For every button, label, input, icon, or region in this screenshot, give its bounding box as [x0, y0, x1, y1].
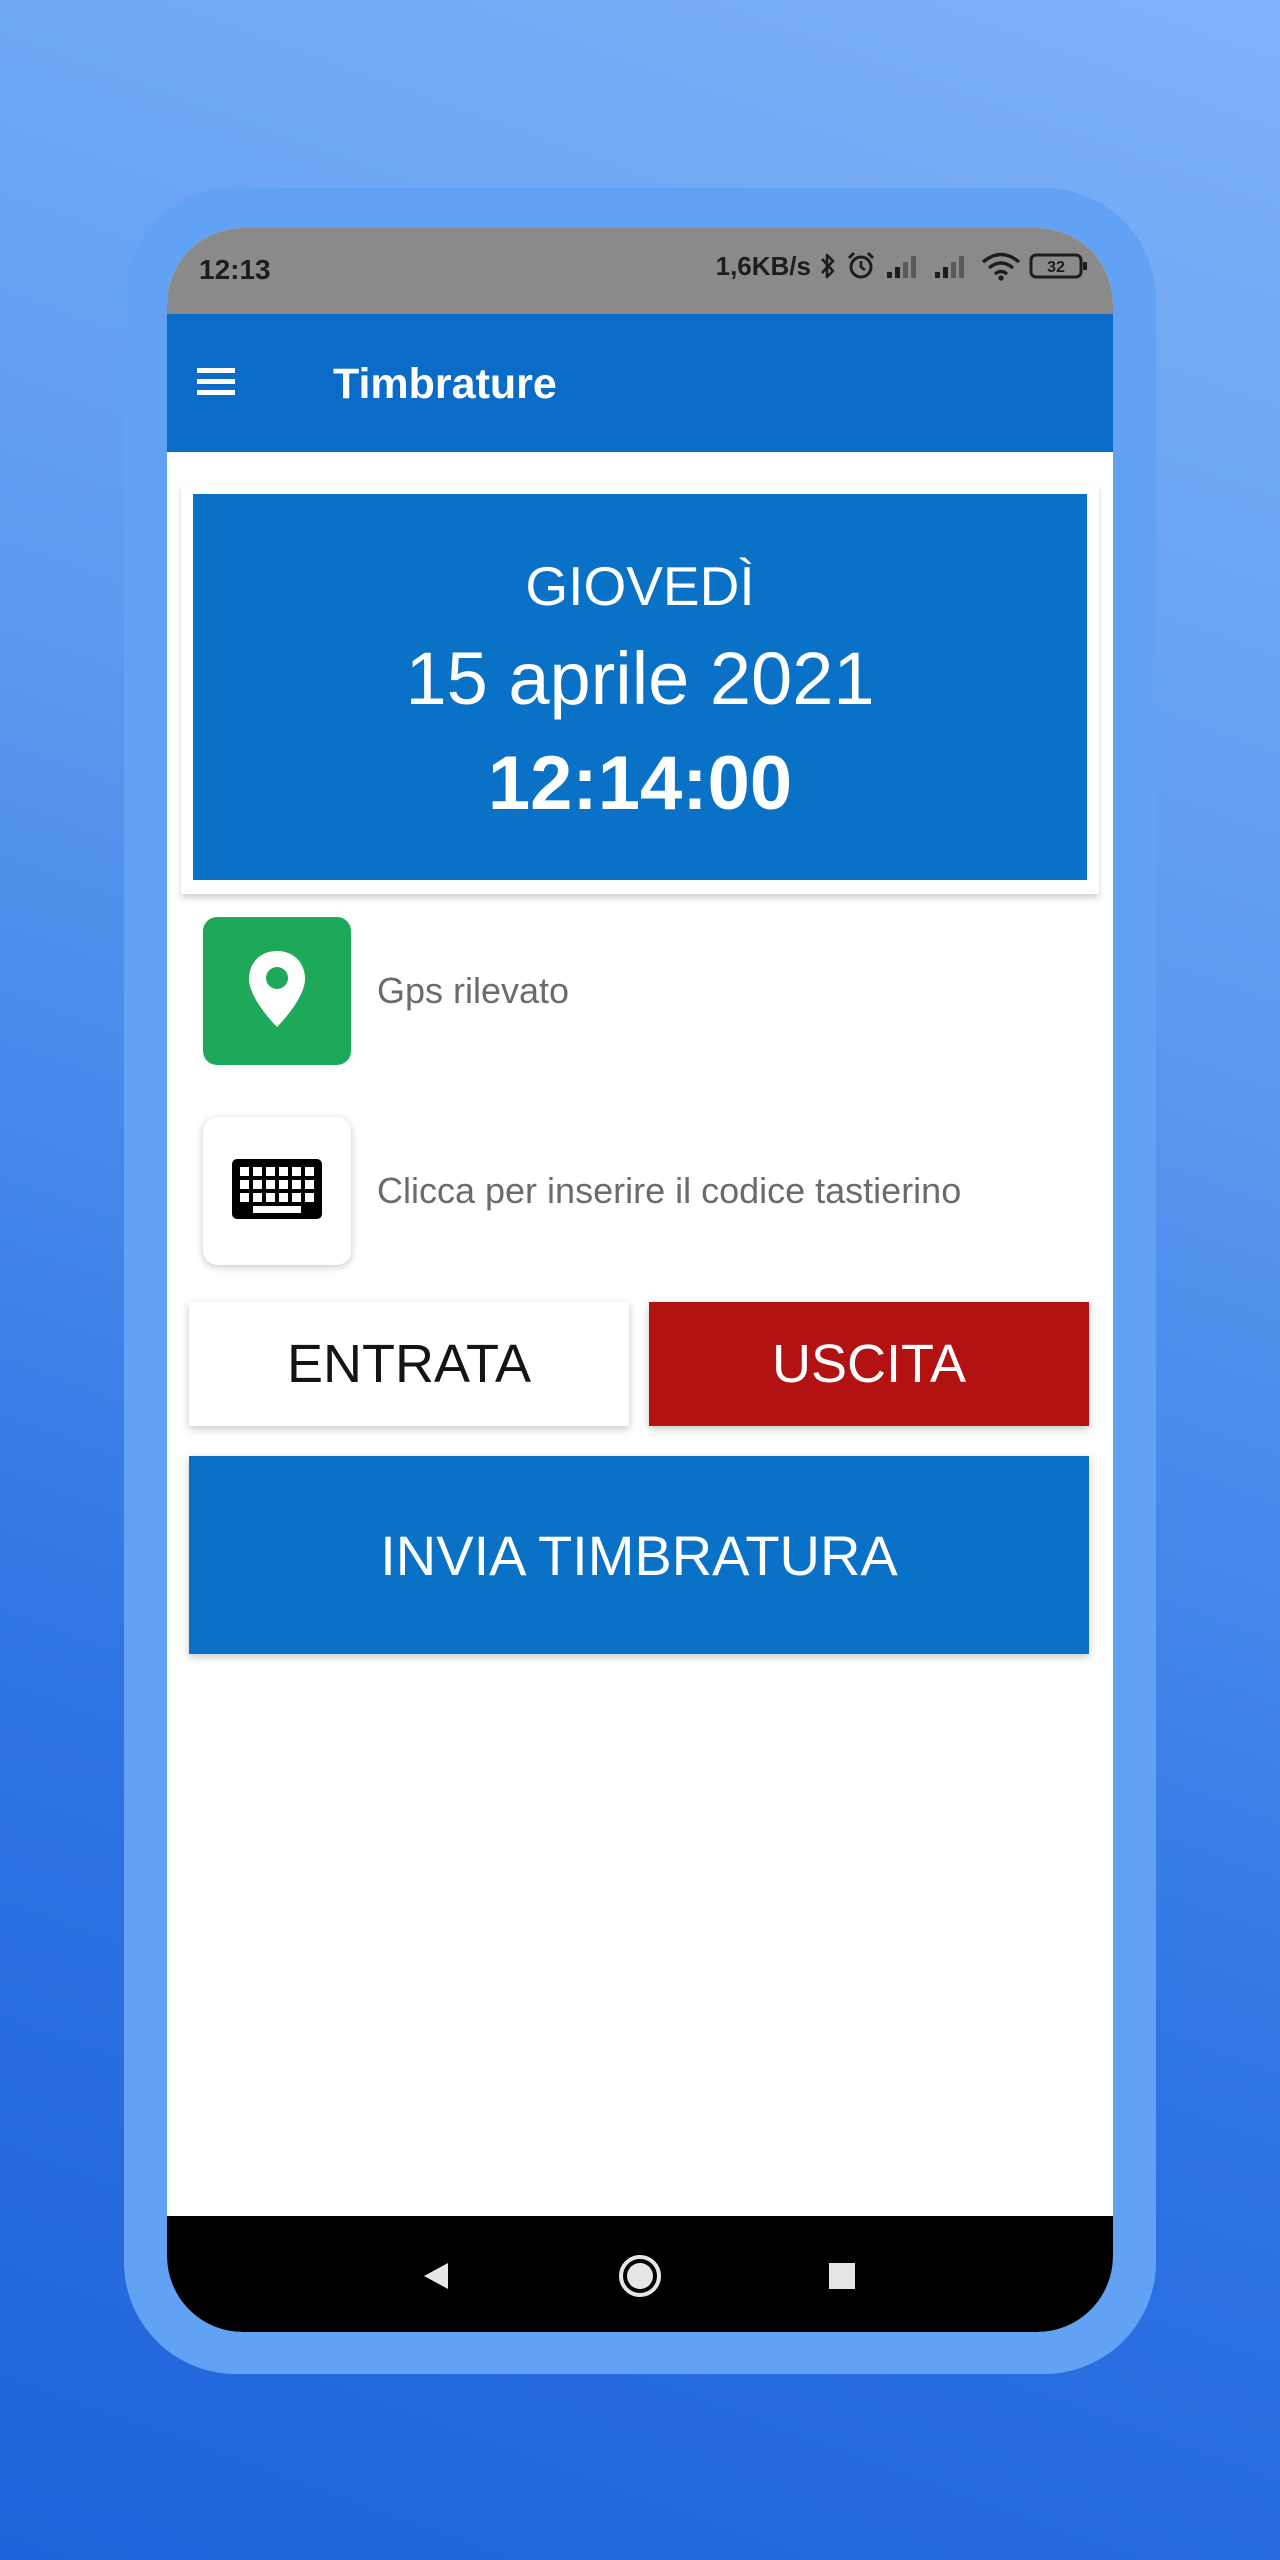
gps-status-label: Gps rilevato [377, 970, 570, 1011]
back-icon[interactable] [405, 2246, 465, 2306]
signal-icon [885, 252, 925, 280]
keypad-row[interactable]: Clicca per inserire il codice tastierino [203, 1116, 1083, 1266]
network-speed: 1,6KB/s [715, 250, 811, 281]
home-icon[interactable] [610, 2246, 670, 2306]
signal-icon [933, 252, 973, 280]
status-time: 12:13 [199, 254, 271, 285]
status-icons: 1,6KB/s 32 [716, 250, 1089, 282]
battery-icon: 32 [1029, 251, 1089, 281]
gps-status-row: Gps rilevato [203, 916, 1083, 1066]
entrata-button[interactable]: ENTRATA [189, 1302, 629, 1426]
date-card: GIOVEDÌ 15 aprile 2021 12:14:00 [181, 484, 1099, 894]
recent-apps-icon[interactable] [812, 2246, 872, 2306]
alarm-icon [845, 250, 877, 282]
wifi-icon [981, 251, 1021, 281]
date-text: 15 aprile 2021 [405, 637, 875, 720]
invia-timbratura-button[interactable]: INVIA TIMBRATURA [189, 1456, 1089, 1654]
date-panel: GIOVEDÌ 15 aprile 2021 12:14:00 [193, 494, 1087, 880]
app-bar: Timbrature [167, 314, 1113, 452]
uscita-button[interactable]: USCITA [649, 1302, 1089, 1426]
gps-tile [203, 917, 351, 1065]
phone-screen: 12:13 1,6KB/s 32 Timbrature GIOVEDÌ 15 a… [167, 228, 1113, 2332]
clock-text: 12:14:00 [487, 741, 793, 826]
keypad-tile[interactable] [203, 1117, 351, 1265]
bluetooth-icon [819, 251, 837, 281]
battery-level: 32 [1047, 259, 1065, 276]
location-pin-icon [245, 949, 309, 1034]
keyboard-icon [231, 1158, 323, 1225]
menu-icon[interactable] [197, 364, 235, 398]
status-bar: 12:13 1,6KB/s 32 [167, 228, 1113, 314]
page-title: Timbrature [333, 360, 557, 408]
keypad-label[interactable]: Clicca per inserire il codice tastierino [377, 1170, 961, 1212]
day-name: GIOVEDÌ [525, 555, 755, 617]
navigation-bar [167, 2216, 1113, 2332]
